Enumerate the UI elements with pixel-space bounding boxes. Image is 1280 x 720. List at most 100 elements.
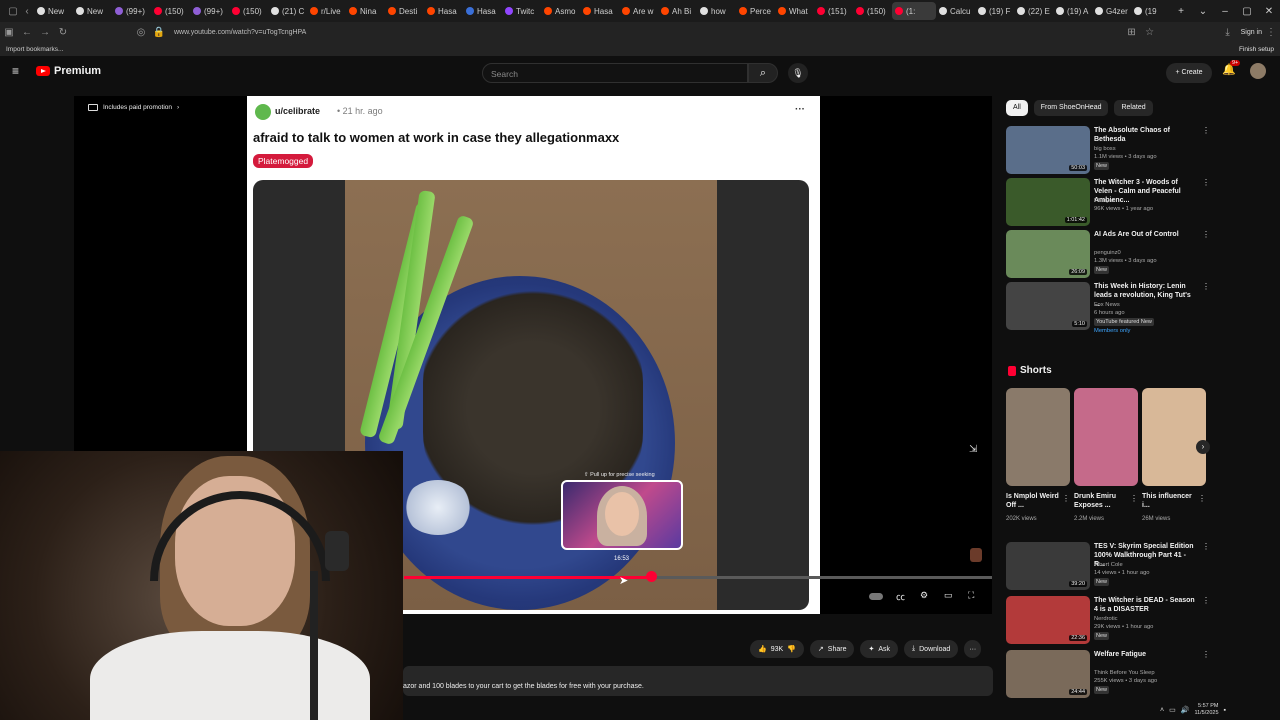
recommended-video[interactable]: 1:01:42 The Witcher 3 - Woods of Velen - … xyxy=(1006,178,1210,226)
browser-tab[interactable]: (22) E xyxy=(1014,2,1053,20)
browser-tab[interactable]: (21) C xyxy=(268,2,307,20)
recommended-video[interactable]: 5:10 This Week in History: Lenin leads a … xyxy=(1006,282,1210,334)
search-icon[interactable]: ⌕ xyxy=(748,63,778,83)
browser-tab[interactable]: (19 xyxy=(1131,2,1170,20)
channel-name[interactable]: Fox News xyxy=(1094,301,1198,309)
microphone-icon[interactable]: 🎙 xyxy=(788,63,808,83)
browser-tab[interactable]: Nina xyxy=(346,2,385,20)
notification-icon[interactable]: ▪ xyxy=(1224,707,1226,714)
more-options-icon[interactable]: ⋮ xyxy=(1202,596,1210,605)
sidebar-toggle-icon[interactable]: ▣ xyxy=(0,27,18,38)
share-button[interactable]: ↗ Share xyxy=(809,640,855,658)
progress-scrubber[interactable] xyxy=(646,571,657,582)
new-tab-button[interactable]: + xyxy=(1170,6,1192,17)
volume-icon[interactable]: 🔊 xyxy=(1181,706,1190,714)
back-arrow-icon[interactable]: ← xyxy=(18,27,36,38)
bookmark-star-icon[interactable]: ☆ xyxy=(1141,27,1159,38)
youtube-logo[interactable]: Premium xyxy=(36,65,101,77)
browser-tab[interactable]: (99+) xyxy=(190,2,229,20)
more-options-icon[interactable]: ⋮ xyxy=(1130,494,1138,503)
browser-tab[interactable]: (151) xyxy=(814,2,853,20)
recommended-video[interactable]: 39:20 TES V: Skyrim Special Edition 100% … xyxy=(1006,542,1210,590)
tab-search-icon[interactable]: ⌄ xyxy=(1192,6,1214,17)
browser-tab[interactable]: Are w xyxy=(619,2,658,20)
tab-list-icon[interactable]: ▢ xyxy=(6,6,20,17)
browser-tab[interactable]: (150) xyxy=(853,2,892,20)
channel-name[interactable]: Albert Cole xyxy=(1094,561,1198,569)
more-options-icon[interactable]: ⋮ xyxy=(1202,178,1210,187)
browser-tab[interactable]: Perce xyxy=(736,2,775,20)
url-field[interactable]: www.youtube.com/watch?v=uTogTcngHPA xyxy=(174,29,306,36)
channel-name[interactable]: penguinz0 xyxy=(1094,249,1198,257)
chip-all[interactable]: All xyxy=(1006,100,1028,116)
recommended-video[interactable]: 24:44 Welfare Fatigue Think Before You Sle… xyxy=(1006,650,1210,698)
video-thumbnail[interactable]: 26:09 xyxy=(1006,230,1090,278)
video-title[interactable]: The Absolute Chaos of Bethesda xyxy=(1094,126,1196,144)
more-options-icon[interactable]: ⋮ xyxy=(1198,494,1206,503)
channel-name[interactable]: Nerdrotic xyxy=(1094,615,1198,623)
video-thumbnail[interactable]: 24:44 xyxy=(1006,650,1090,698)
theater-mode-icon[interactable]: ▭ xyxy=(944,590,953,601)
shield-icon[interactable]: ◎ xyxy=(132,27,150,38)
settings-gear-icon[interactable]: ⚙ xyxy=(920,590,928,601)
video-thumbnail[interactable]: 22:36 xyxy=(1006,596,1090,644)
subtitles-icon[interactable]: ㏄ xyxy=(896,590,905,603)
short-title[interactable]: Is Nmplol Weird Off ... xyxy=(1006,492,1064,510)
browser-tab[interactable]: Hasa xyxy=(580,2,619,20)
chip-related[interactable]: Related xyxy=(1114,100,1153,116)
fullscreen-icon[interactable]: ⛶ xyxy=(968,590,974,601)
browser-tab[interactable]: Ah Bi xyxy=(658,2,697,20)
finish-setup-link[interactable]: Finish setup xyxy=(1239,46,1274,53)
more-options-icon[interactable]: ⋮ xyxy=(1202,542,1210,551)
lock-icon[interactable]: 🔒 xyxy=(150,27,168,38)
forward-arrow-icon[interactable]: → xyxy=(36,27,54,38)
browser-tab[interactable]: r/Live xyxy=(307,2,346,20)
more-options-icon[interactable]: ⋮ xyxy=(1202,230,1210,239)
video-title[interactable]: The Witcher is DEAD - Season 4 is a DISA… xyxy=(1094,596,1196,614)
channel-name[interactable]: big boss xyxy=(1094,145,1198,153)
browser-tab[interactable]: (150) xyxy=(151,2,190,20)
recommended-video[interactable]: 50:03 The Absolute Chaos of Bethesda big b… xyxy=(1006,126,1210,174)
video-thumbnail[interactable]: 50:03 xyxy=(1006,126,1090,174)
tray-arrow-icon[interactable]: ˄ xyxy=(1160,707,1164,714)
thumbs-down-icon[interactable]: 👎 xyxy=(787,645,796,653)
short-thumbnail[interactable] xyxy=(1006,388,1070,486)
video-title[interactable]: AI Ads Are Out of Control xyxy=(1094,230,1196,239)
paid-promotion-notice[interactable]: Includes paid promotion › xyxy=(88,104,179,111)
video-thumbnail[interactable]: 5:10 xyxy=(1006,282,1090,330)
maximize-button[interactable]: ▢ xyxy=(1236,6,1258,17)
browser-tab[interactable]: Hasa xyxy=(424,2,463,20)
browser-tab[interactable]: (1: xyxy=(892,2,936,20)
like-button[interactable]: 👍 93K 👎 xyxy=(750,640,804,658)
browser-tab[interactable]: Twitc xyxy=(502,2,541,20)
network-icon[interactable]: ▭ xyxy=(1169,706,1176,714)
account-avatar[interactable] xyxy=(1250,63,1266,79)
browser-tab[interactable]: Asmo xyxy=(541,2,580,20)
video-title[interactable]: Welfare Fatigue xyxy=(1094,650,1196,659)
browser-tab[interactable]: (19) F xyxy=(975,2,1014,20)
more-options-icon[interactable]: ⋮ xyxy=(1062,494,1070,503)
video-thumbnail[interactable]: 39:20 xyxy=(1006,542,1090,590)
download-icon[interactable]: ⤓ xyxy=(1219,27,1237,38)
clock[interactable]: 5:57 PM 11/5/2025 xyxy=(1194,703,1218,717)
notifications-bell-icon[interactable]: 🔔 9+ xyxy=(1222,60,1241,76)
recommended-video[interactable]: 22:36 The Witcher is DEAD - Season 4 is a… xyxy=(1006,596,1210,644)
description-box[interactable]: azor and 100 blades to your cart to get … xyxy=(403,666,993,696)
download-button[interactable]: ⤓ Download xyxy=(904,640,959,658)
more-options-icon[interactable]: ⋮ xyxy=(1202,282,1210,291)
browser-tab[interactable]: New xyxy=(73,2,112,20)
recommended-video[interactable]: 26:09 AI Ads Are Out of Control penguinz0 1… xyxy=(1006,230,1210,278)
minimize-button[interactable]: – xyxy=(1214,6,1236,17)
short-thumbnail[interactable] xyxy=(1142,388,1206,486)
import-bookmarks-link[interactable]: Import bookmarks... xyxy=(6,46,63,53)
browser-tab[interactable]: G4zer xyxy=(1092,2,1131,20)
channel-name[interactable]: Pharyaz xyxy=(1094,197,1198,205)
browser-tab[interactable]: What xyxy=(775,2,814,20)
short-title[interactable]: Drunk Emiru Exposes ... xyxy=(1074,492,1132,510)
browser-tab[interactable]: how xyxy=(697,2,736,20)
close-window-button[interactable]: ✕ xyxy=(1258,6,1280,17)
reload-icon[interactable]: ↻ xyxy=(54,27,72,38)
create-button[interactable]: + Create xyxy=(1166,63,1212,83)
more-actions-button[interactable]: ··· xyxy=(964,640,982,658)
sign-in-button[interactable]: Sign in xyxy=(1241,29,1262,36)
